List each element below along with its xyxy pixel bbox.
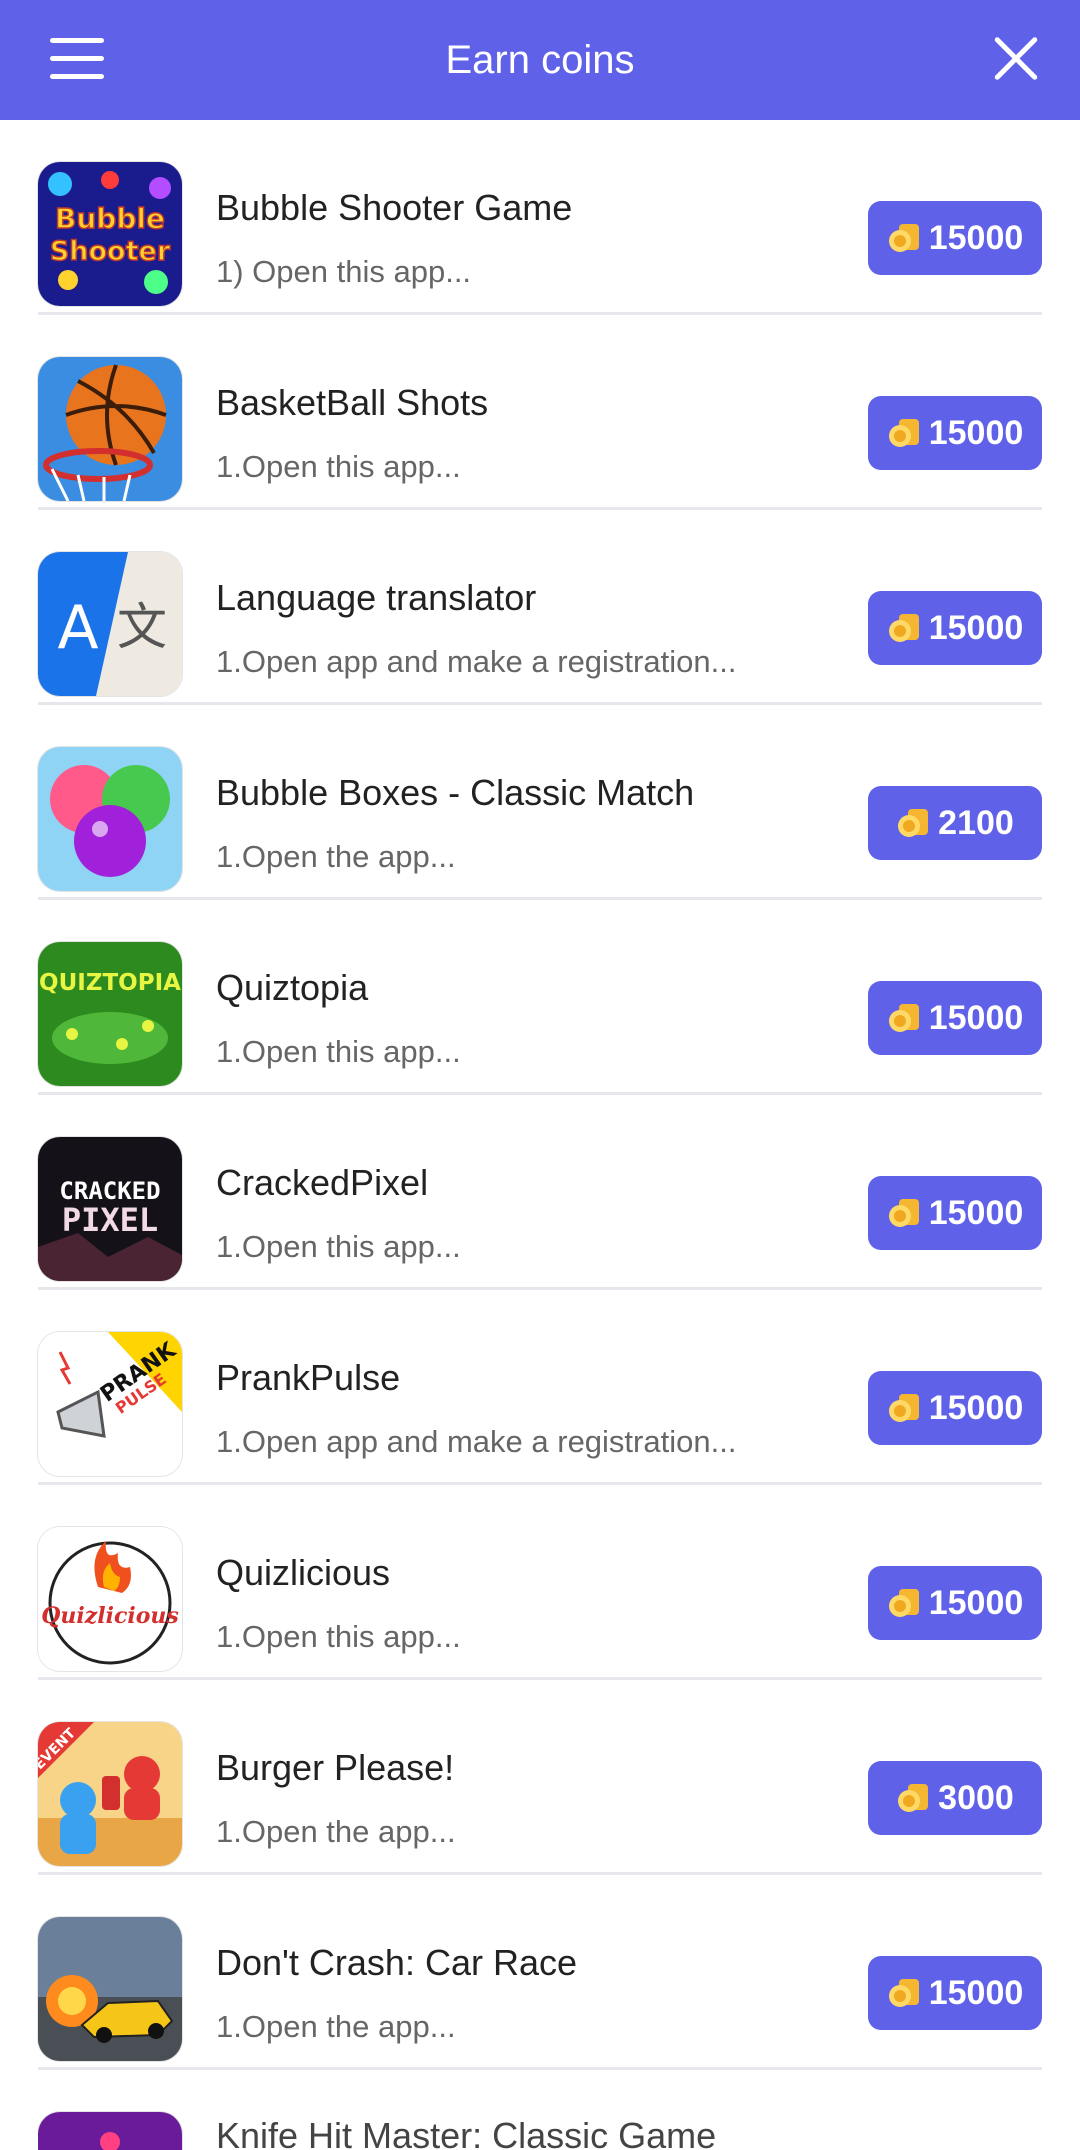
offer-title: Burger Please! (216, 1747, 455, 1788)
offer-description: 1.Open app and make a registration... (216, 644, 737, 679)
reward-button[interactable]: 2100 (868, 786, 1042, 860)
reward-amount: 15000 (928, 413, 1024, 452)
offer-title: Don't Crash: Car Race (216, 1942, 578, 1983)
offer-description: 1.Open this app... (216, 1229, 461, 1264)
reward-amount: 15000 (928, 1193, 1024, 1232)
translator-app-icon: A 文 (38, 552, 182, 696)
offer-row-burger-please[interactable]: EVENT Burger Please! 1.Open the app... 3… (38, 1680, 1042, 1875)
coin-icon (888, 224, 919, 252)
offer-title: CrackedPixel (216, 1162, 429, 1203)
coin-icon (888, 1589, 919, 1617)
coin-icon (888, 1979, 919, 2007)
bubble-boxes-app-icon (38, 747, 182, 891)
offer-title: Bubble Shooter Game (216, 187, 573, 228)
coin-icon (898, 809, 929, 837)
prankpulse-app-icon: PRANK PULSE (38, 1332, 182, 1476)
offer-row-bubble-boxes[interactable]: Bubble Boxes - Classic Match 1.Open the … (38, 705, 1042, 900)
reward-amount: 15000 (928, 1973, 1024, 2012)
reward-amount: 15000 (928, 998, 1024, 1037)
reward-amount: 2100 (938, 803, 1014, 842)
offer-title: BasketBall Shots (216, 382, 489, 423)
reward-button[interactable]: 15000 (868, 1371, 1042, 1445)
offer-row-basketball-shots[interactable]: BasketBall Shots 1.Open this app... 1500… (38, 315, 1042, 510)
offer-row-knife-hit-master[interactable]: Knife Hit Master: Classic Game (38, 2070, 1042, 2150)
offer-row-language-translator[interactable]: A 文 Language translator 1.Open app and m… (38, 510, 1042, 705)
coin-icon (888, 614, 919, 642)
reward-button[interactable]: 15000 (868, 1176, 1042, 1250)
reward-amount: 15000 (928, 1583, 1024, 1622)
reward-button[interactable]: 15000 (868, 591, 1042, 665)
offer-row-quizlicious[interactable]: Quizlicious Quizlicious 1.Open this app.… (38, 1485, 1042, 1680)
coin-icon (888, 1199, 919, 1227)
coin-icon (898, 1784, 929, 1812)
coin-icon (888, 1004, 919, 1032)
offer-row-bubble-shooter[interactable]: Bubble Shooter Bubble Shooter Game 1) Op… (38, 120, 1042, 315)
svg-text:PIXEL: PIXEL (62, 1201, 158, 1239)
offer-title: Quizlicious (216, 1552, 391, 1593)
basketball-app-icon (38, 357, 182, 501)
offer-row-prankpulse[interactable]: PRANK PULSE PrankPulse 1.Open app and ma… (38, 1290, 1042, 1485)
offer-title: PrankPulse (216, 1357, 401, 1398)
reward-button[interactable]: 3000 (868, 1761, 1042, 1835)
quizlicious-app-icon: Quizlicious (38, 1527, 182, 1671)
dont-crash-app-icon (38, 1917, 182, 2061)
reward-button[interactable]: 15000 (868, 396, 1042, 470)
offer-description: 1.Open this app... (216, 449, 461, 484)
reward-amount: 15000 (928, 608, 1024, 647)
quiztopia-app-icon: QUIZTOPIA (38, 942, 182, 1086)
svg-text:文: 文 (117, 598, 167, 656)
offer-title: Quiztopia (216, 967, 369, 1008)
offer-title: Language translator (216, 577, 537, 618)
reward-button[interactable]: 15000 (868, 201, 1042, 275)
offer-description: 1) Open this app... (216, 254, 472, 289)
coin-icon (888, 1394, 919, 1422)
reward-button[interactable]: 15000 (868, 981, 1042, 1055)
offer-description: 1.Open the app... (216, 2009, 456, 2044)
offer-description: 1.Open the app... (216, 1814, 456, 1849)
offer-description: 1.Open the app... (216, 839, 456, 874)
offer-row-crackedpixel[interactable]: CRACKED PIXEL CrackedPixel 1.Open this a… (38, 1095, 1042, 1290)
knife-hit-app-icon (38, 2112, 182, 2150)
coin-icon (888, 419, 919, 447)
app-header: Earn coins (0, 0, 1080, 120)
svg-text:Bubble: Bubble (55, 202, 165, 235)
svg-text:Shooter: Shooter (50, 236, 171, 267)
close-icon[interactable] (993, 35, 1039, 81)
offer-row-quiztopia[interactable]: QUIZTOPIA Quiztopia 1.Open this app... 1… (38, 900, 1042, 1095)
reward-amount: 15000 (928, 218, 1024, 257)
burger-please-app-icon: EVENT (38, 1722, 182, 1866)
svg-text:Quizlicious: Quizlicious (41, 1603, 179, 1629)
offer-description: 1.Open this app... (216, 1619, 461, 1654)
offer-title: Bubble Boxes - Classic Match (216, 772, 695, 813)
offer-row-dont-crash[interactable]: Don't Crash: Car Race 1.Open the app... … (38, 1875, 1042, 2070)
crackedpixel-app-icon: CRACKED PIXEL (38, 1137, 182, 1281)
offer-title: Knife Hit Master: Classic Game (216, 2115, 717, 2150)
reward-amount: 3000 (938, 1778, 1014, 1817)
reward-amount: 15000 (928, 1388, 1024, 1427)
offer-description: 1.Open this app... (216, 1034, 461, 1069)
page-title: Earn coins (445, 38, 635, 82)
bubble-shooter-app-icon: Bubble Shooter (38, 162, 182, 306)
reward-button[interactable]: 15000 (868, 1566, 1042, 1640)
reward-button[interactable]: 15000 (868, 1956, 1042, 2030)
offer-list: Bubble Shooter Bubble Shooter Game 1) Op… (0, 120, 1080, 2150)
offer-description: 1.Open app and make a registration... (216, 1424, 737, 1459)
svg-text:QUIZTOPIA: QUIZTOPIA (39, 970, 181, 996)
svg-text:A: A (57, 593, 98, 663)
